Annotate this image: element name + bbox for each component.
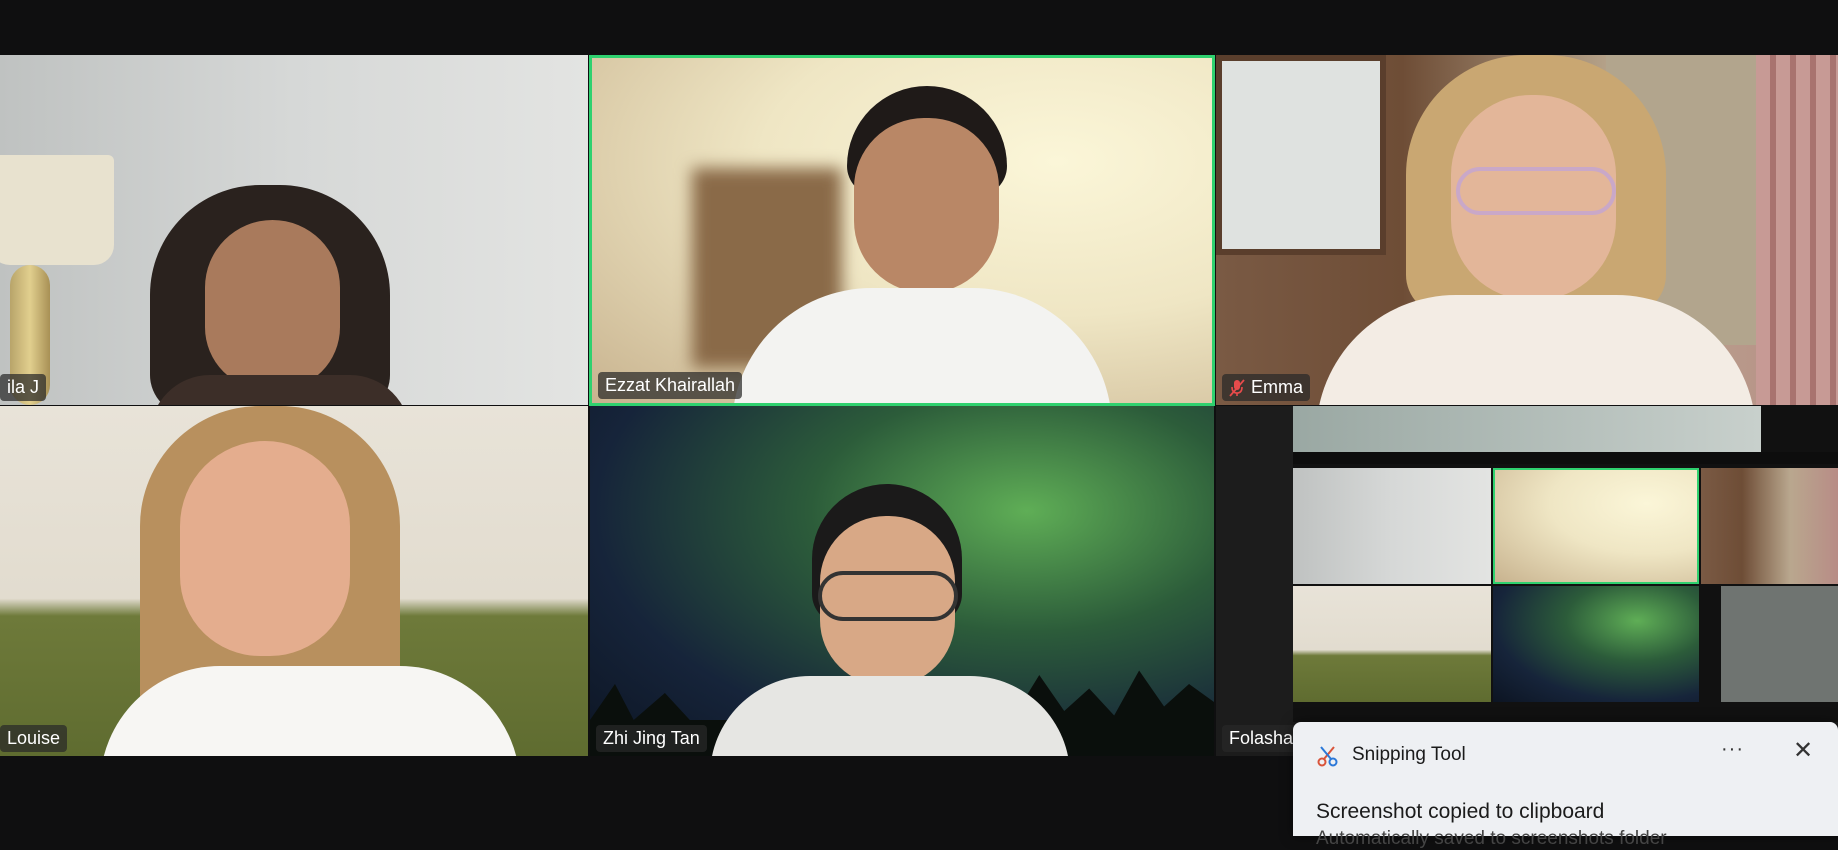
person-louise-face (180, 441, 350, 656)
snipping-tool-icon (1316, 744, 1340, 768)
preview-strip (1293, 406, 1761, 452)
preview-thumb-6 (1721, 586, 1838, 702)
participant-name: Folashad (1229, 728, 1304, 748)
notification-app-name: Snipping Tool (1352, 744, 1466, 765)
notification-sub-message: Automatically saved to screenshots folde… (1316, 828, 1667, 849)
person-emma-glasses (1456, 167, 1616, 215)
participant-name-label: ila J (0, 374, 47, 401)
more-options-button[interactable]: ··· (1721, 738, 1744, 761)
participant-name: Emma (1251, 377, 1304, 397)
window-frame (1216, 55, 1386, 255)
preview-thumb-3 (1701, 468, 1838, 584)
participant-name-label: Louise (0, 725, 68, 752)
participant-name: ila J (7, 377, 40, 397)
video-tile-zhi[interactable]: Zhi Jing Tan (590, 406, 1214, 756)
lamp-shade (0, 155, 114, 265)
participant-name: Ezzat Khairallah (605, 375, 736, 395)
person-louise-body (100, 666, 520, 756)
person-ezzat-face (854, 118, 999, 293)
person-aila-body (150, 375, 410, 405)
mic-muted-icon (1229, 378, 1245, 397)
notification-message: Screenshot copied to clipboard (1316, 800, 1605, 823)
video-tile-aila[interactable]: ila J (0, 55, 588, 405)
video-tile-emma[interactable]: Emma (1216, 55, 1838, 405)
participant-name-label: Zhi Jing Tan (596, 725, 707, 752)
person-zhi-body (710, 676, 1070, 756)
preview-thumb-4 (1293, 586, 1491, 702)
person-zhi-glasses (818, 571, 958, 621)
participant-name-label: Ezzat Khairallah (598, 372, 743, 399)
preview-thumb-1 (1293, 468, 1491, 584)
preview-thumb-5 (1493, 586, 1699, 702)
participant-name-label: Emma (1222, 374, 1311, 401)
snipping-tool-notification[interactable]: Snipping Tool ··· ✕ Screenshot copied to… (1293, 722, 1838, 849)
screenshot-preview[interactable] (1293, 406, 1838, 722)
participant-name: Zhi Jing Tan (603, 728, 700, 748)
video-tile-ezzat[interactable]: Ezzat Khairallah (589, 55, 1215, 406)
close-notification-button[interactable]: ✕ (1793, 736, 1813, 765)
preview-gap (1293, 452, 1838, 464)
curtain (1756, 55, 1838, 405)
person-aila-face (205, 220, 340, 390)
video-tile-louise[interactable]: Louise (0, 406, 588, 756)
participant-name: Louise (7, 728, 61, 748)
preview-thumb-2 (1493, 468, 1699, 584)
